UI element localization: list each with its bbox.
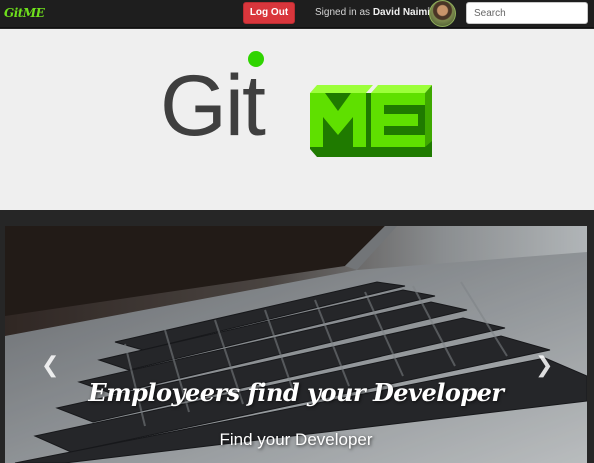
logo-me-block <box>310 85 432 157</box>
carousel-next-icon[interactable]: ❯ <box>535 353 553 378</box>
logo-banner: Git <box>0 29 594 210</box>
carousel-subline: Find your Developer <box>219 430 373 449</box>
laptop-keyboard-photo <box>5 226 587 463</box>
logo-git-text: Git <box>160 58 266 154</box>
carousel-headline: Employeers find your Developer <box>88 378 504 407</box>
carousel-prev-icon[interactable]: ❮ <box>41 353 59 378</box>
top-navbar: GitME Log Out Signed in as David Naimi <box>0 0 594 28</box>
brand-logo-link[interactable]: GitME <box>4 6 45 20</box>
logout-button[interactable]: Log Out <box>243 2 295 24</box>
logo-dot <box>248 51 264 67</box>
hero-carousel: ❮ ❯ Employeers find your Developer Find … <box>5 226 587 463</box>
gitme-logo: Git <box>160 51 432 157</box>
signed-in-prefix: Signed in as <box>315 7 371 18</box>
signed-in-text: Signed in as David Naimi <box>315 7 430 18</box>
user-name: David Naimi <box>372 7 431 18</box>
user-avatar[interactable] <box>429 0 456 27</box>
search-input[interactable] <box>466 2 588 24</box>
